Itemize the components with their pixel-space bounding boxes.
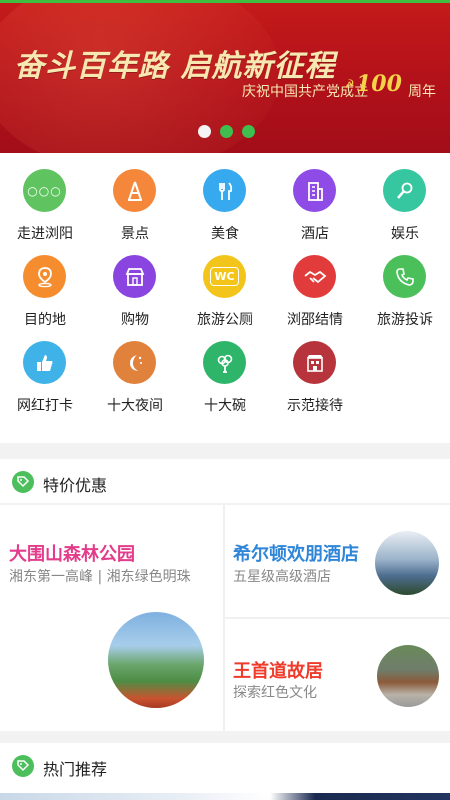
grid-item-label: 示范接待: [287, 398, 343, 414]
hero-banner[interactable]: 奋斗百年路 启航新征程 庆祝中国共产党成立 ☭ 100 周年: [0, 3, 450, 153]
grid-item-entertainment[interactable]: 娱乐: [360, 153, 450, 242]
phone-icon: [383, 255, 426, 298]
party-emblem-icon: ☭: [344, 77, 355, 91]
carousel-dots: [198, 125, 255, 138]
centenary-number: 100: [356, 71, 402, 97]
grid-item-destination[interactable]: 目的地: [0, 239, 90, 328]
handshake-icon: [293, 255, 336, 298]
grid-item-nightlife[interactable]: 十大夜间: [90, 325, 180, 414]
grid-item-label: 网红打卡: [17, 398, 73, 414]
deal-name: 大围山森林公园: [9, 544, 135, 565]
deal-desc: 五星级高级酒店: [233, 569, 331, 585]
grid-item-checkin[interactable]: 网红打卡: [0, 325, 90, 414]
deal-name: 王首道故居: [233, 661, 323, 682]
grid-item-label: 旅游投诉: [377, 312, 433, 328]
storefront-icon: [293, 341, 336, 384]
deal-photo: [108, 612, 204, 708]
centenary-badge: ☭ 100: [344, 71, 402, 101]
grid-item-label: 十大夜间: [107, 398, 163, 414]
banner-suffix: 周年: [408, 84, 436, 100]
tower-icon: [113, 169, 156, 212]
grid-item-label: 十大碗: [204, 398, 246, 414]
wc-icon: WC: [203, 255, 246, 298]
thumbs-up-icon: [23, 341, 66, 384]
broccoli-icon: [203, 341, 246, 384]
deal-photo: [375, 531, 439, 595]
grid-item-hotel[interactable]: 酒店: [270, 153, 360, 242]
deals-section-header: 特价优惠: [0, 459, 450, 503]
building-icon: [293, 169, 336, 212]
grid-item-shopping[interactable]: 购物: [90, 239, 180, 328]
grid-item-toilet[interactable]: WC 旅游公厕: [180, 239, 270, 328]
hot-section-title: 热门推荐: [43, 760, 108, 779]
microphone-icon: [383, 169, 426, 212]
dots-icon: ○○○: [23, 169, 66, 212]
deals-section-title: 特价优惠: [43, 476, 108, 495]
grid-item-intro[interactable]: ○○○ 走进浏阳: [0, 153, 90, 242]
carousel-dot-2[interactable]: [220, 125, 233, 138]
deal-desc: 湘东第一高峰 | 湘东绿色明珠: [9, 569, 191, 585]
deal-card-dawei-mountain[interactable]: 大围山森林公园 湘东第一高峰 | 湘东绿色明珠: [0, 505, 223, 731]
moon-icon: [113, 341, 156, 384]
grid-item-reception[interactable]: 示范接待: [270, 325, 360, 414]
tag-icon: [12, 471, 34, 493]
map-pin-icon: [23, 255, 66, 298]
deals-panel: 大围山森林公园 湘东第一高峰 | 湘东绿色明珠 希尔顿欢朋酒店 五星级高级酒店 …: [0, 505, 450, 731]
carousel-dot-1[interactable]: [198, 125, 211, 138]
deal-name: 希尔顿欢朋酒店: [233, 544, 359, 565]
deal-card-hilton[interactable]: 希尔顿欢朋酒店 五星级高级酒店: [225, 505, 450, 617]
grid-item-attractions[interactable]: 景点: [90, 153, 180, 242]
deal-card-wang-shoudao[interactable]: 王首道故居 探索红色文化: [225, 619, 450, 731]
banner-slogan: 奋斗百年路 启航新征程: [14, 49, 336, 84]
recommend-preview-strip[interactable]: [0, 793, 450, 800]
tag-icon: [12, 755, 34, 777]
hot-section-header: 热门推荐: [0, 743, 450, 800]
grid-item-food[interactable]: 美食: [180, 153, 270, 242]
deal-desc: 探索红色文化: [233, 685, 317, 701]
category-grid: ○○○ 走进浏阳 景点 美食 酒店 娱乐 目的地 购物 WC 旅游公厕 浏邵结情…: [0, 153, 450, 443]
grid-item-liushao[interactable]: 浏邵结情: [270, 239, 360, 328]
shop-icon: [113, 255, 156, 298]
grid-item-complaint[interactable]: 旅游投诉: [360, 239, 450, 328]
deal-photo: [377, 645, 439, 707]
carousel-dot-3[interactable]: [242, 125, 255, 138]
fork-knife-icon: [203, 169, 246, 212]
grid-item-bowls[interactable]: 十大碗: [180, 325, 270, 414]
